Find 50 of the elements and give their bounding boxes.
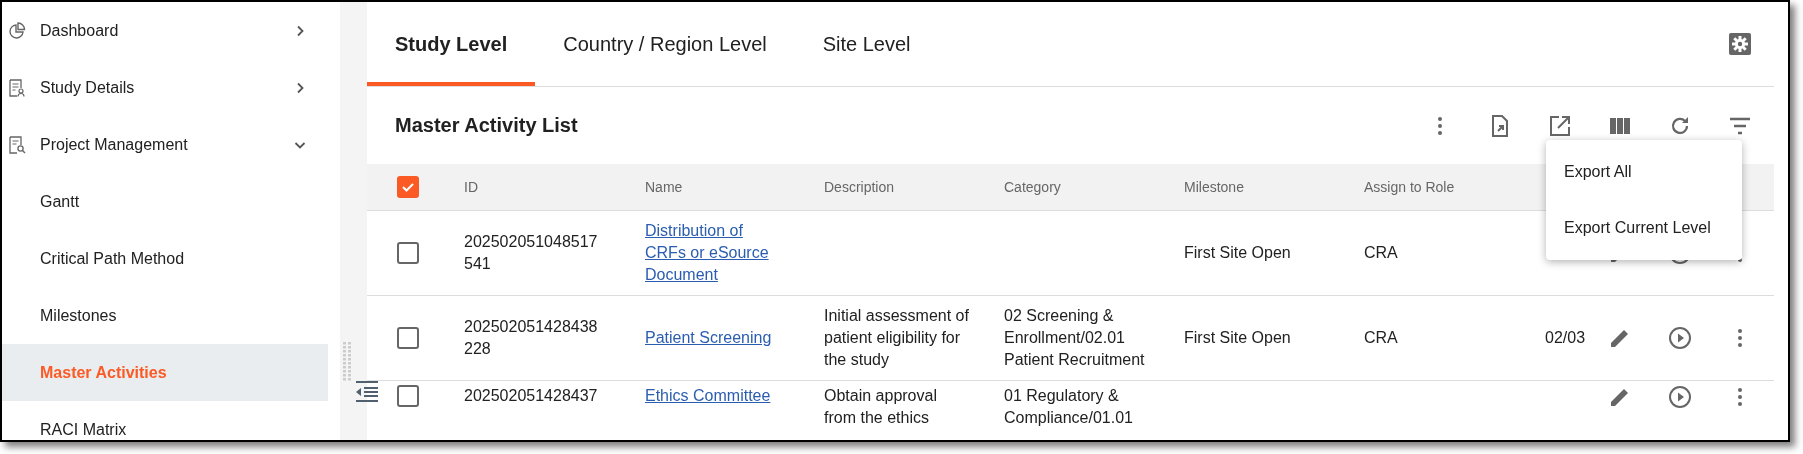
- id-cell-text: 202502051428438228: [464, 317, 599, 359]
- category-cell: 01 Regulatory & Compliance/01.01: [1004, 387, 1133, 426]
- collapse-sidebar-icon[interactable]: [355, 380, 379, 402]
- role-cell: CRA: [1364, 244, 1398, 261]
- date-cell: 02/03: [1545, 329, 1586, 346]
- document-person-icon: [8, 78, 26, 97]
- milestone-cell: First Site Open: [1184, 244, 1291, 261]
- pie-chart-icon: [8, 21, 26, 40]
- tab[interactable]: Country / Region Level: [535, 2, 795, 86]
- role-cell: CRA: [1364, 329, 1398, 346]
- tab[interactable]: Site Level: [794, 2, 939, 86]
- category-cell: 02 Screening & Enrollment/02.01 Patient Recruitment: [1004, 307, 1145, 368]
- sidebar-subitem[interactable]: Milestones: [2, 287, 328, 344]
- activity-link[interactable]: Ethics Committee: [645, 385, 785, 407]
- row-checkbox[interactable]: [397, 385, 419, 407]
- select-all-checkbox[interactable]: [397, 176, 419, 198]
- sidebar-item-label: Study Details: [40, 78, 136, 97]
- play-icon[interactable]: [1668, 326, 1692, 350]
- column-header[interactable]: Description: [824, 179, 895, 195]
- menu-item[interactable]: Export All: [1546, 144, 1742, 200]
- activity-link[interactable]: Patient Screening: [645, 327, 785, 349]
- sidebar-item[interactable]: Study Details: [2, 59, 328, 116]
- document-search-icon: [8, 135, 26, 154]
- open-external-icon[interactable]: [1548, 113, 1572, 138]
- menu-item[interactable]: Export Current Level: [1546, 200, 1742, 256]
- row-checkbox[interactable]: [397, 327, 419, 349]
- sidebar-item-label: Dashboard: [40, 21, 120, 40]
- sidebar-subitem[interactable]: Critical Path Method: [2, 230, 328, 287]
- column-header[interactable]: Category: [1004, 179, 1061, 195]
- id-cell-text: 202502051428437: [464, 386, 599, 406]
- row-checkbox[interactable]: [397, 242, 419, 264]
- sidebar-subitem[interactable]: RACI Matrix: [2, 401, 328, 440]
- drag-handle-icon[interactable]: [343, 342, 351, 382]
- sidebar-item[interactable]: Dashboard: [2, 2, 328, 59]
- sidebar-item-label: Project Management: [40, 135, 189, 154]
- sidebar-subitem[interactable]: Gantt: [2, 173, 328, 230]
- column-header[interactable]: Assign to Role: [1364, 179, 1455, 195]
- milestone-cell: First Site Open: [1184, 329, 1291, 346]
- description-cell: Obtain approval from the ethics: [824, 387, 937, 426]
- settings-icon[interactable]: [1728, 32, 1752, 56]
- sidebar-item[interactable]: Project Management: [2, 116, 328, 173]
- tab[interactable]: Study Level: [367, 2, 536, 86]
- column-header[interactable]: ID: [464, 179, 478, 195]
- play-icon[interactable]: [1668, 385, 1692, 409]
- column-header[interactable]: Milestone: [1184, 179, 1244, 195]
- id-cell-text: 202502051048517541: [464, 232, 599, 274]
- list-title: Master Activity List: [395, 114, 579, 137]
- column-header[interactable]: Name: [645, 179, 683, 195]
- description-cell: Initial assessment of patient eligibility for the study: [824, 307, 969, 368]
- activity-link[interactable]: Distribution of CRFs or eSource Document: [645, 220, 785, 286]
